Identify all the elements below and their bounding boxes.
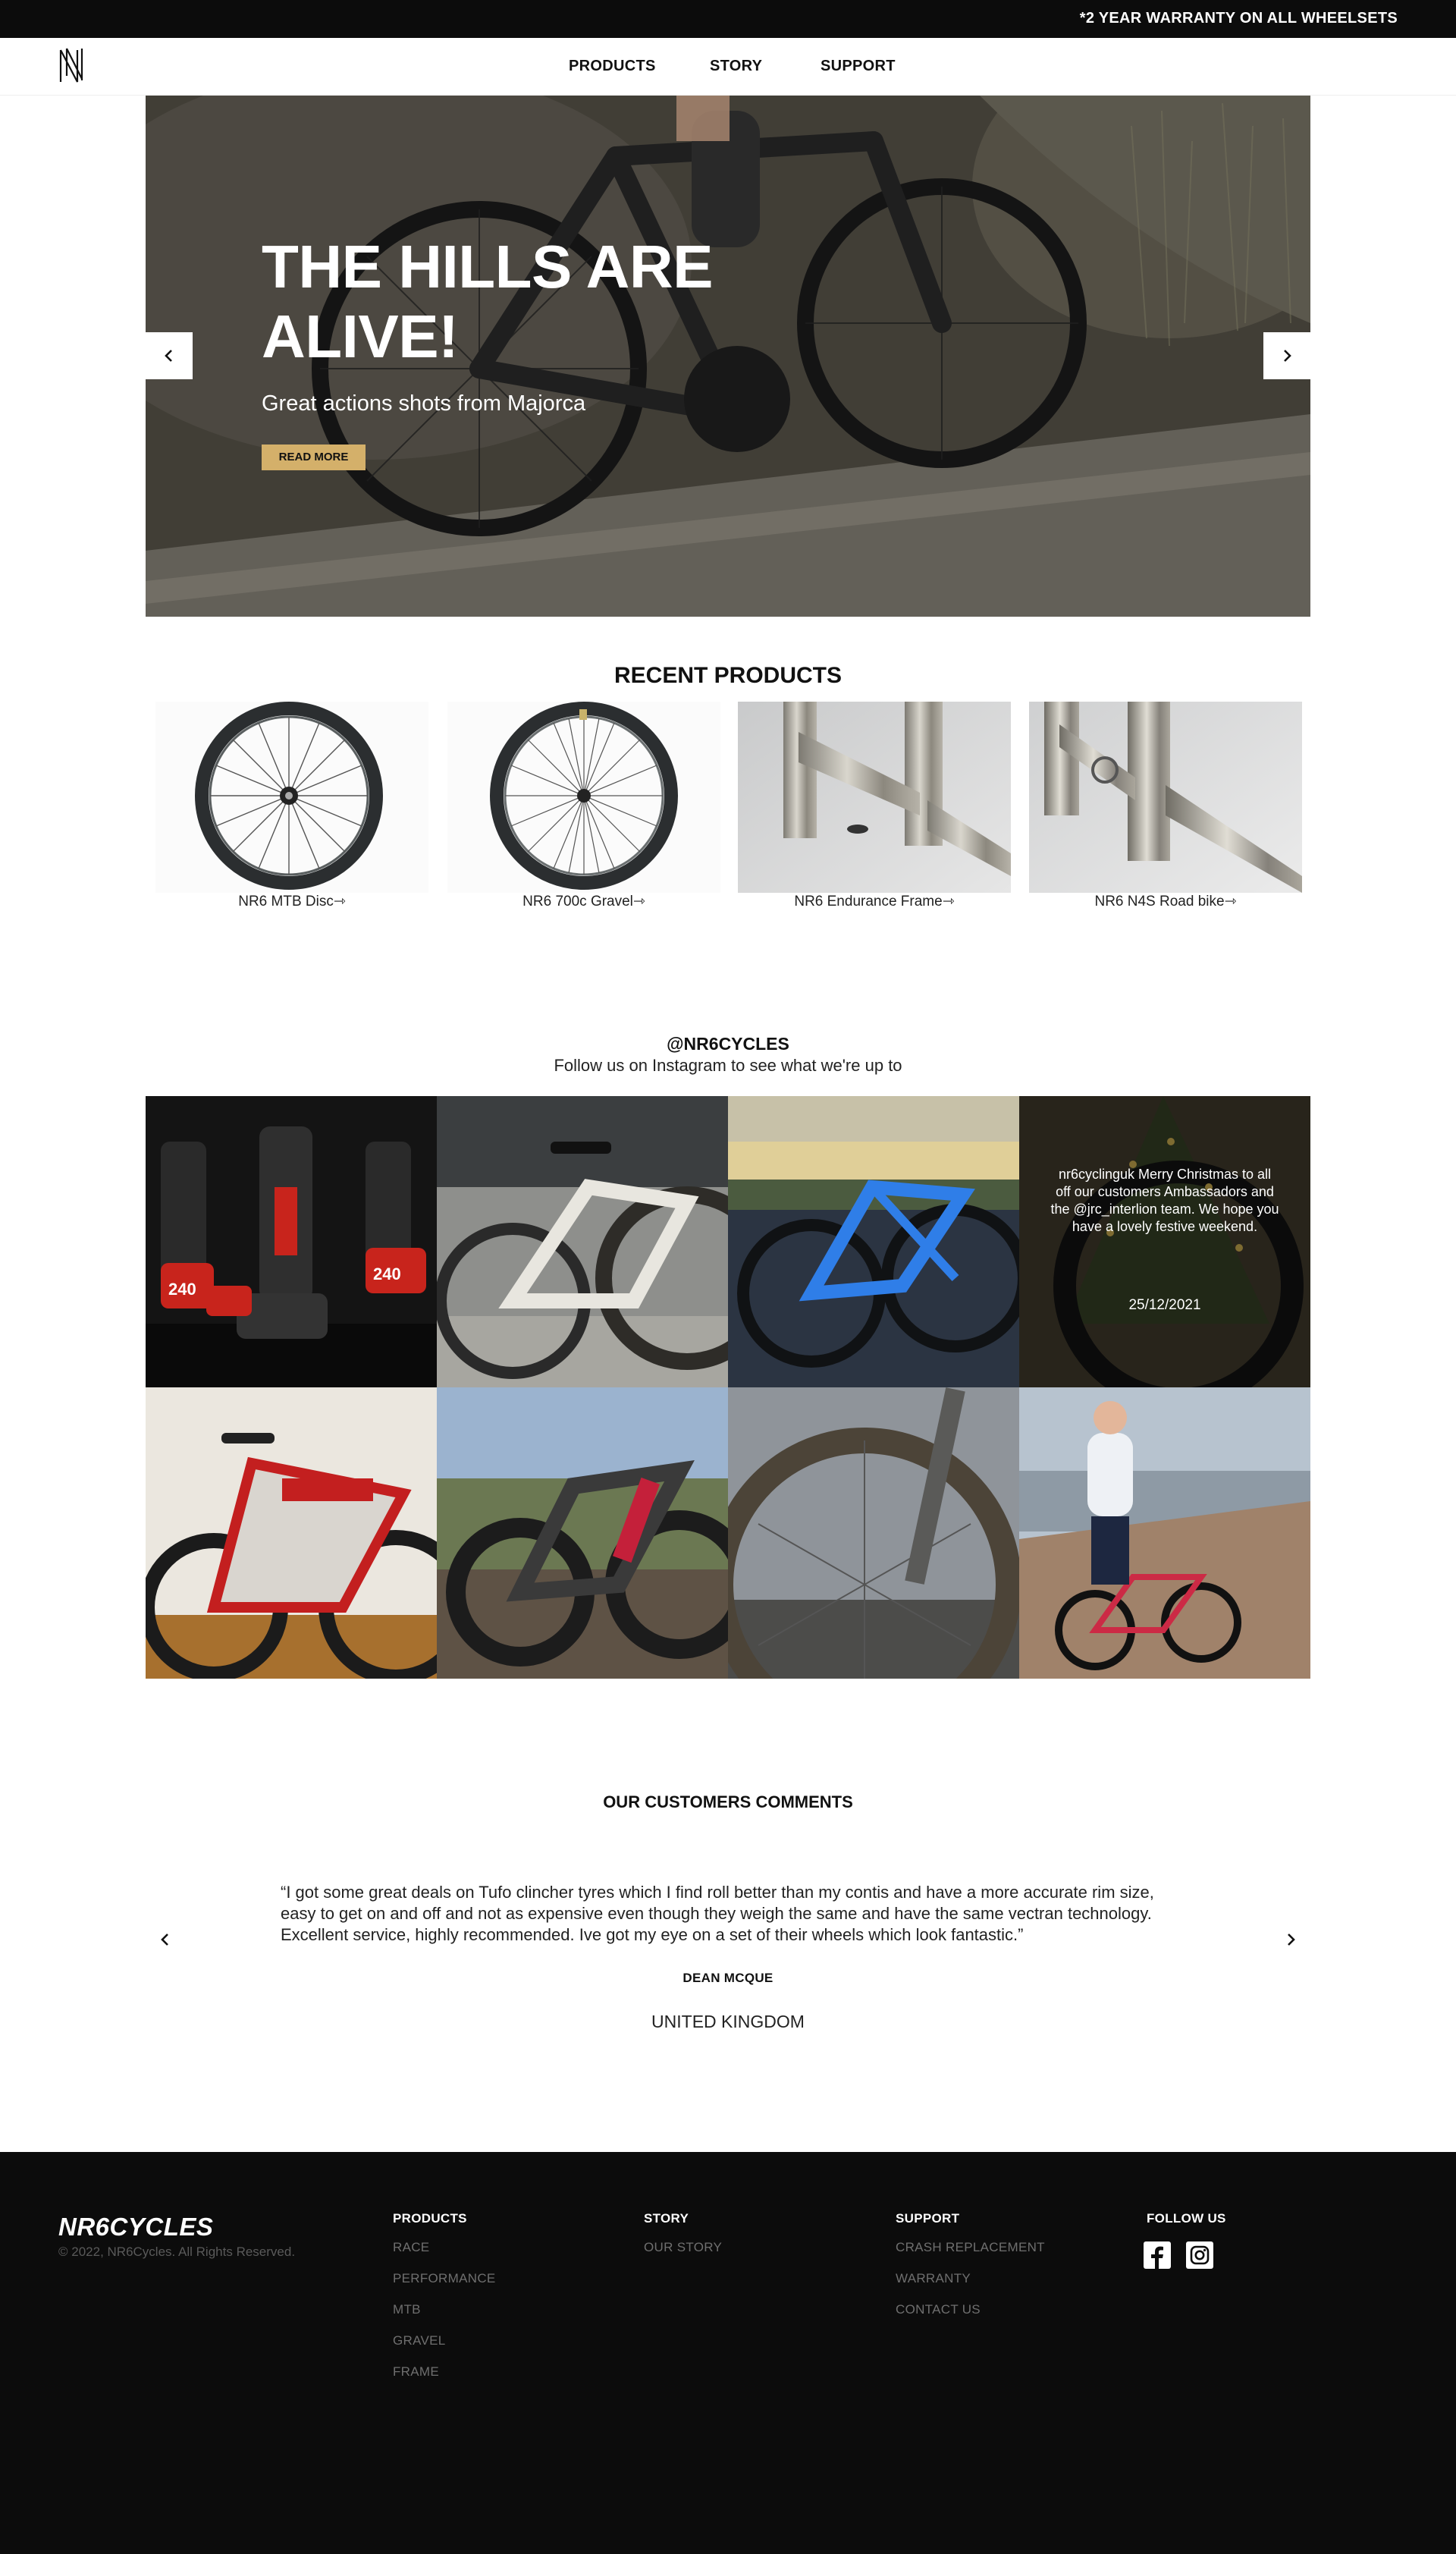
footer-link-gravel[interactable]: GRAVEL [393, 2333, 496, 2364]
main-nav: PRODUCTS STORY SUPPORT [0, 38, 1456, 96]
product-label[interactable]: NR6 MTB Disc⇾ [155, 893, 428, 910]
facebook-icon[interactable] [1144, 2241, 1171, 2269]
footer-col-support: SUPPORT CRASH REPLACEMENT WARRANTY CONTA… [896, 2211, 1045, 2333]
product-label[interactable]: NR6 N4S Road bike⇾ [1029, 893, 1302, 910]
footer-col-products: PRODUCTS RACE PERFORMANCE MTB GRAVEL FRA… [393, 2211, 496, 2395]
customer-quote: “I got some great deals on Tufo clincher… [281, 1883, 1154, 1944]
chevron-left-icon [165, 350, 172, 362]
nav-products[interactable]: PRODUCTS [569, 58, 656, 75]
instagram-date: 25/12/2021 [1128, 1297, 1201, 1313]
hero-prev-button[interactable] [146, 332, 193, 379]
footer-link-mtb[interactable]: MTB [393, 2302, 496, 2333]
instagram-tile[interactable] [437, 1387, 728, 1679]
product-image [155, 702, 428, 893]
instagram-tile[interactable] [146, 1387, 437, 1679]
instagram-subtitle: Follow us on Instagram to see what we're… [554, 1056, 902, 1075]
product-card[interactable]: NR6 700c Gravel⇾ [447, 702, 720, 918]
product-image [738, 702, 1011, 893]
product-card[interactable]: NR6 Endurance Frame⇾ [738, 702, 1011, 918]
warranty-message: *2 YEAR WARRANTY ON ALL WHEELSETS [1079, 10, 1398, 27]
hero-title: THE HILLS ARE ALIVE! [262, 233, 713, 370]
site-footer: NR6CYCLES © 2022, NR6Cycles. All Rights … [0, 2152, 1456, 2554]
hubs-photo: 240 240 [146, 1096, 437, 1387]
footer-link-our-story[interactable]: OUR STORY [644, 2240, 722, 2271]
nav-story[interactable]: STORY [710, 58, 762, 75]
instagram-tile[interactable] [728, 1096, 1019, 1387]
footer-heading: SUPPORT [896, 2211, 960, 2226]
product-image [447, 702, 720, 893]
recent-products-title: RECENT PRODUCTS [613, 663, 842, 688]
instagram-tile-featured[interactable]: nr6cyclinguk Merry Christmas to all off … [1019, 1096, 1310, 1387]
chevron-right-icon [1288, 1934, 1295, 1946]
footer-link-contact-us[interactable]: CONTACT US [896, 2302, 1045, 2333]
instagram-caption: nr6cyclinguk Merry Christmas to all off … [1050, 1167, 1279, 1234]
comments-title: OUR CUSTOMERS COMMENTS [603, 1792, 853, 1811]
instagram-tile[interactable] [437, 1096, 728, 1387]
footer-col-story: STORY OUR STORY [644, 2211, 722, 2271]
tile-overlay [1019, 1096, 1310, 1387]
hero-subtitle: Great actions shots from Majorca [262, 391, 586, 416]
chevron-right-icon [1284, 350, 1291, 362]
footer-heading: PRODUCTS [393, 2211, 467, 2226]
copyright: © 2022, NR6Cycles. All Rights Reserved. [58, 2245, 296, 2259]
product-card[interactable]: NR6 N4S Road bike⇾ [1029, 702, 1302, 918]
tt-bike-photo [146, 1387, 437, 1679]
nav-support[interactable]: SUPPORT [821, 58, 896, 75]
comments-next-button[interactable] [1276, 1924, 1306, 1955]
product-label[interactable]: NR6 Endurance Frame⇾ [738, 893, 1011, 910]
instagram-handle[interactable]: @NR6CYCLES [0, 1034, 1456, 1054]
footer-heading: FOLLOW US [1147, 2211, 1226, 2226]
comments-prev-button[interactable] [150, 1924, 180, 1955]
muddy-wheel-photo [728, 1387, 1019, 1679]
mtb-photo [437, 1387, 728, 1679]
footer-link-frame[interactable]: FRAME [393, 2364, 496, 2395]
hero-next-button[interactable] [1263, 332, 1310, 379]
footer-brand[interactable]: NR6CYCLES [58, 2213, 213, 2241]
mountain-rider-photo [1019, 1387, 1310, 1679]
chevron-left-icon [161, 1934, 168, 1946]
read-more-button[interactable]: READ MORE [262, 445, 366, 470]
svg-text:240: 240 [373, 1264, 401, 1283]
svg-text:240: 240 [168, 1280, 196, 1299]
hero-slider: THE HILLS ARE ALIVE! Great actions shots… [146, 96, 1310, 617]
footer-link-performance[interactable]: PERFORMANCE [393, 2271, 496, 2302]
instagram-icon[interactable] [1186, 2241, 1213, 2269]
footer-col-follow: FOLLOW US [1147, 2211, 1226, 2240]
product-card[interactable]: NR6 MTB Disc⇾ [155, 702, 428, 918]
footer-heading: STORY [644, 2211, 689, 2226]
footer-link-crash-replacement[interactable]: CRASH REPLACEMENT [896, 2240, 1045, 2271]
quote-country: UNITED KINGDOM [651, 2012, 805, 2031]
announcement-bar: *2 YEAR WARRANTY ON ALL WHEELSETS [0, 0, 1456, 38]
footer-link-race[interactable]: RACE [393, 2240, 496, 2271]
product-image [1029, 702, 1302, 893]
footer-link-warranty[interactable]: WARRANTY [896, 2271, 1045, 2302]
instagram-tile[interactable] [728, 1387, 1019, 1679]
white-bike-photo [437, 1096, 728, 1387]
product-label[interactable]: NR6 700c Gravel⇾ [447, 893, 720, 910]
instagram-tile[interactable] [1019, 1387, 1310, 1679]
blue-bike-photo [728, 1096, 1019, 1387]
instagram-tile[interactable]: 240 240 [146, 1096, 437, 1387]
quote-author: DEAN MCQUE [682, 1971, 774, 1985]
